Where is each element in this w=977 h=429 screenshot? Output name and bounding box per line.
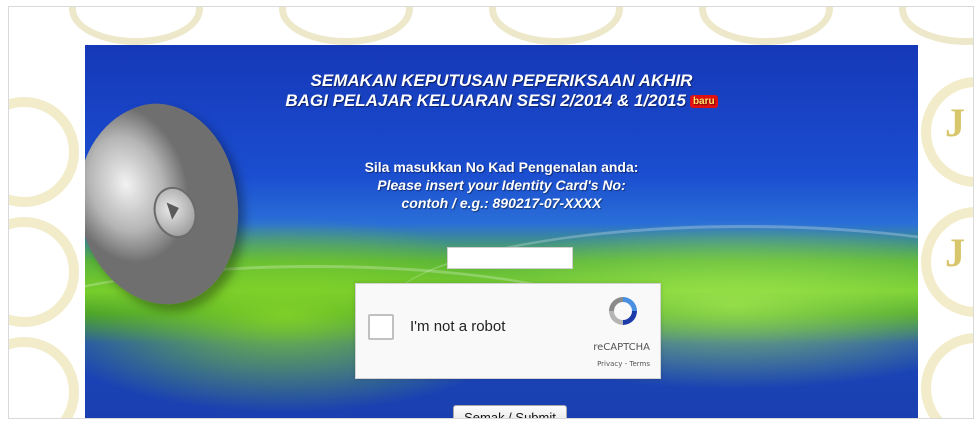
watermark-arc	[489, 7, 623, 45]
watermark-arc	[279, 7, 413, 45]
watermark-circle	[9, 337, 79, 418]
watermark-letter: J	[945, 230, 965, 275]
instruction-english: Please insert your Identity Card's No:	[377, 177, 626, 193]
recaptcha-brand: reCAPTCHA	[593, 342, 650, 353]
page-frame: J J SEMAKAN KEPUTUSAN PEPERIKSAAN AKHIR …	[8, 6, 974, 419]
recaptcha-checkbox[interactable]	[368, 314, 394, 340]
watermark-arc	[699, 7, 833, 45]
recaptcha-widget: I'm not a robot reCAPTCHA Privacy - Term…	[355, 283, 661, 379]
recaptcha-privacy-terms-link[interactable]: Privacy - Terms	[597, 360, 650, 368]
watermark-arc	[899, 7, 973, 45]
recaptcha-label: I'm not a robot	[410, 318, 506, 335]
page-title-line2: BAGI PELAJAR KELUARAN SESI 2/2014 & 1/20…	[85, 91, 918, 111]
watermark-circle	[921, 333, 973, 418]
watermark-arc	[69, 7, 203, 45]
watermark-circle	[9, 217, 79, 327]
hero-banner: SEMAKAN KEPUTUSAN PEPERIKSAAN AKHIR BAGI…	[85, 45, 918, 418]
instruction-example: contoh / e.g.: 890217-07-XXXX	[401, 195, 602, 211]
instruction-malay: Sila masukkan No Kad Pengenalan anda:	[364, 159, 639, 175]
page-title-line2-text: BAGI PELAJAR KELUARAN SESI 2/2014 & 1/20…	[285, 91, 686, 110]
new-badge: baru	[689, 95, 718, 109]
ic-number-input[interactable]	[447, 247, 573, 269]
submit-button[interactable]: Semak / Submit	[453, 405, 567, 418]
recaptcha-logo-icon	[609, 297, 637, 325]
watermark-letter: J	[945, 100, 965, 145]
watermark-circle	[9, 97, 79, 207]
page-title-line1: SEMAKAN KEPUTUSAN PEPERIKSAAN AKHIR	[310, 71, 693, 90]
